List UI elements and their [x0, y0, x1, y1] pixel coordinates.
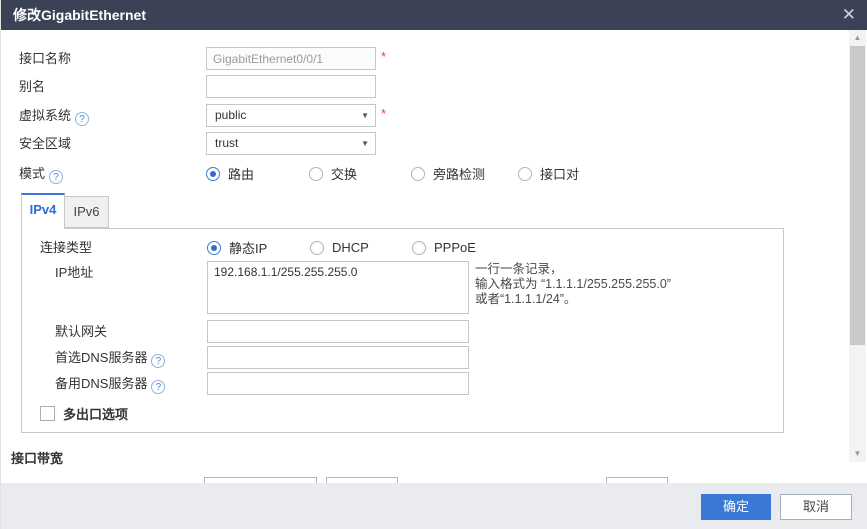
mode-label: 模式? — [19, 162, 63, 185]
mode-radio-interface-pair[interactable]: 接口对 — [518, 162, 579, 185]
ip-format-hint: 一行一条记录， 输入格式为 “1.1.1.1/255.255.255.0” 或者… — [475, 262, 775, 307]
ok-button[interactable]: 确定 — [701, 494, 771, 520]
secondary-dns-input[interactable] — [207, 372, 469, 395]
scroll-down-icon[interactable]: ▼ — [849, 446, 866, 462]
ipv4-panel: 连接类型 静态IP DHCP PPPoE IP地址 192.168.1.1/25… — [21, 228, 784, 433]
radio-icon — [518, 167, 532, 181]
modify-interface-dialog: 修改GigabitEthernet ✕ 接口名称 * 别名 虚拟系统? publ… — [0, 0, 867, 529]
scroll-up-icon[interactable]: ▲ — [849, 30, 866, 46]
primary-dns-label: 首选DNS服务器? — [55, 346, 165, 369]
ip-address-textarea[interactable]: 192.168.1.1/255.255.255.0 — [207, 261, 469, 314]
conn-radio-static-ip[interactable]: 静态IP — [207, 236, 267, 259]
default-gateway-label: 默认网关 — [55, 320, 107, 343]
multi-exit-checkbox[interactable] — [40, 406, 55, 421]
security-zone-select[interactable]: trust ▼ — [206, 132, 376, 155]
radio-icon — [411, 167, 425, 181]
primary-dns-input[interactable] — [207, 346, 469, 369]
required-asterisk: * — [381, 49, 391, 64]
multi-exit-label: 多出口选项 — [63, 404, 128, 423]
radio-selected-icon — [206, 167, 220, 181]
help-icon[interactable]: ? — [151, 354, 165, 368]
interface-name-label: 接口名称 — [19, 47, 71, 70]
alias-input[interactable] — [206, 75, 376, 98]
conn-radio-dhcp[interactable]: DHCP — [310, 236, 369, 259]
chevron-down-icon: ▼ — [361, 133, 369, 154]
dialog-title: 修改GigabitEthernet — [13, 0, 146, 30]
dialog-titlebar: 修改GigabitEthernet ✕ — [1, 0, 867, 30]
help-icon[interactable]: ? — [151, 380, 165, 394]
virtual-system-value: public — [215, 108, 246, 122]
mode-radio-bypass[interactable]: 旁路检测 — [411, 162, 485, 185]
radio-selected-icon — [207, 241, 221, 255]
secondary-dns-label: 备用DNS服务器? — [55, 372, 165, 395]
virtual-system-select[interactable]: public ▼ — [206, 104, 376, 127]
help-icon[interactable]: ? — [49, 170, 63, 184]
required-asterisk: * — [381, 106, 391, 121]
scrollbar[interactable]: ▲ ▼ — [849, 30, 866, 462]
tab-ipv4[interactable]: IPv4 — [21, 193, 65, 229]
interface-name-input — [206, 47, 376, 70]
tab-ipv6[interactable]: IPv6 — [64, 196, 109, 228]
radio-icon — [310, 241, 324, 255]
mode-radio-route[interactable]: 路由 — [206, 162, 254, 185]
close-icon[interactable]: ✕ — [842, 0, 856, 30]
radio-icon — [412, 241, 426, 255]
dialog-footer: 确定 取消 — [1, 483, 867, 529]
scrollbar-thumb[interactable] — [850, 46, 865, 345]
virtual-system-label: 虚拟系统? — [19, 104, 89, 127]
ip-address-label: IP地址 — [55, 261, 93, 284]
chevron-down-icon: ▼ — [361, 105, 369, 126]
mode-radio-switch[interactable]: 交换 — [309, 162, 357, 185]
security-zone-label: 安全区域 — [19, 132, 71, 155]
conn-radio-pppoe[interactable]: PPPoE — [412, 236, 476, 259]
security-zone-value: trust — [215, 136, 238, 150]
help-icon[interactable]: ? — [75, 112, 89, 126]
alias-label: 别名 — [19, 75, 45, 98]
cancel-button[interactable]: 取消 — [780, 494, 852, 520]
default-gateway-input[interactable] — [207, 320, 469, 343]
bandwidth-section-title: 接口带宽 — [11, 448, 63, 467]
connection-type-label: 连接类型 — [40, 236, 92, 259]
radio-icon — [309, 167, 323, 181]
